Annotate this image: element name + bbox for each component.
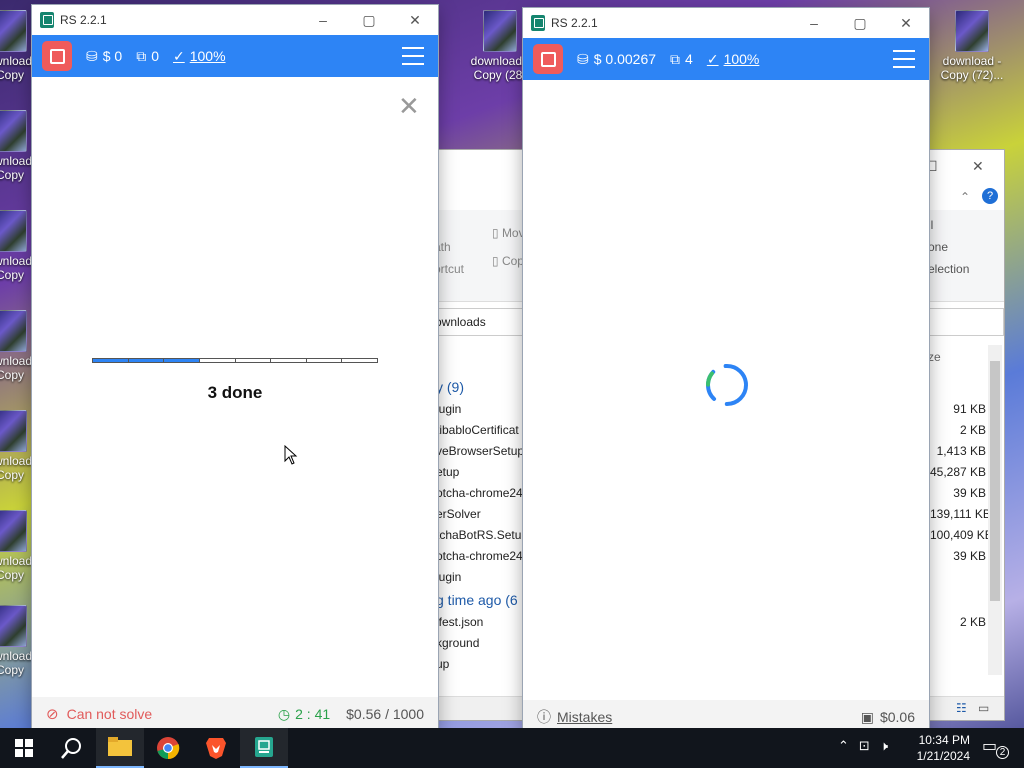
info-icon: ⓘ: [537, 709, 551, 725]
status-footer: ⊘ Can not solve ◷ 2 : 41 $0.56 / 1000: [32, 697, 438, 731]
taskbar-brave[interactable]: [192, 728, 240, 768]
chevron-up-icon[interactable]: ⌃: [960, 190, 970, 204]
clock-icon: ◷: [277, 705, 291, 722]
maximize-button[interactable]: ▢: [346, 5, 392, 35]
windows-icon: [15, 739, 33, 757]
close-icon[interactable]: ✕: [972, 158, 984, 175]
wallet-icon: ▣: [860, 708, 874, 725]
title-bar: RS 2.2.1 – ▢ ✕: [32, 5, 438, 35]
rs-app-icon: [255, 737, 273, 757]
notification-badge: 2: [996, 746, 1009, 759]
volume-muted-icon[interactable]: 🕨: [880, 738, 888, 754]
help-icon[interactable]: ?: [982, 188, 998, 204]
stop-button[interactable]: [42, 41, 72, 71]
minimize-button[interactable]: –: [791, 8, 837, 38]
progress-segment-done: [164, 359, 200, 362]
menu-icon[interactable]: [893, 50, 915, 68]
scrollbar-thumb[interactable]: [990, 361, 1000, 601]
app-icon: [531, 15, 545, 31]
check-circle-icon: ✓: [706, 50, 719, 67]
image-file-icon: [0, 310, 27, 352]
start-button[interactable]: [0, 728, 48, 768]
ribbon-item[interactable]: ortcut: [434, 262, 464, 276]
balance: ⛁ $ 0: [86, 47, 123, 65]
scrollbar[interactable]: [988, 345, 1002, 675]
toolbar: ⛁ $ 0 ⧉ 0 ✓ 100%: [32, 35, 438, 77]
coins-icon: ⛁: [86, 47, 98, 64]
accuracy-link[interactable]: ✓ 100%: [173, 48, 226, 65]
search-icon: [61, 738, 81, 759]
rs-window-right: RS 2.2.1 – ▢ ✕ ⛁ $ 0.00267 ⧉ 4 ✓ 100% ⓘ Mis…: [523, 8, 929, 734]
minimize-button[interactable]: –: [300, 5, 346, 35]
clock[interactable]: 10:34 PM 1/21/2024: [917, 732, 970, 764]
wallet-balance: ▣ $0.06: [860, 708, 915, 726]
image-file-icon: [0, 10, 27, 52]
image-file-icon: [955, 10, 989, 52]
folder-icon: [108, 737, 132, 756]
app-icon: [40, 12, 54, 28]
progress-bar: [92, 358, 378, 363]
maximize-button[interactable]: ▢: [837, 8, 883, 38]
timer: ◷ 2 : 41: [277, 705, 331, 723]
close-panel-icon[interactable]: ✕: [398, 93, 420, 119]
image-file-icon: [0, 410, 27, 452]
progress-segment: [199, 359, 236, 362]
taskbar-file-explorer[interactable]: [96, 728, 144, 768]
cost-rate: $0.56 / 1000: [346, 706, 424, 722]
window-title: RS 2.2.1: [60, 13, 107, 27]
toolbar: ⛁ $ 0.00267 ⧉ 4 ✓ 100%: [523, 38, 929, 80]
title-bar: RS 2.2.1 – ▢ ✕: [523, 8, 929, 38]
search-button[interactable]: [48, 728, 96, 768]
progress-segment-done: [93, 359, 129, 362]
image-icon: ⧉: [136, 47, 147, 64]
close-button[interactable]: ✕: [392, 5, 438, 35]
ban-icon: ⊘: [46, 706, 59, 723]
taskbar-rs-app[interactable]: [240, 728, 288, 768]
stop-button[interactable]: [533, 44, 563, 74]
progress-segment-done: [128, 359, 165, 362]
details-view-icon[interactable]: ☷: [956, 701, 967, 715]
image-file-icon: [0, 210, 27, 252]
ribbon-item[interactable]: one: [928, 240, 948, 254]
balance: ⛁ $ 0.00267: [577, 50, 657, 68]
image-icon: ⧉: [670, 50, 681, 67]
close-button[interactable]: ✕: [883, 8, 929, 38]
solved-count: ⧉ 4: [670, 50, 693, 68]
chevron-up-icon[interactable]: ⌃: [838, 738, 849, 754]
solved-count: ⧉ 0: [136, 47, 159, 65]
desktop-icon[interactable]: download - Copy (72)...: [940, 10, 1004, 82]
image-file-icon: [0, 510, 27, 552]
accuracy-link[interactable]: ✓ 100%: [707, 51, 760, 68]
progress-label: 3 done: [207, 383, 263, 402]
image-file-icon: [0, 605, 27, 647]
network-icon[interactable]: ⊡: [859, 738, 870, 754]
column-header-size[interactable]: ze: [928, 350, 941, 364]
progress-segment: [306, 359, 343, 362]
cannot-solve[interactable]: ⊘ Can not solve: [46, 705, 152, 723]
rs-window-left: RS 2.2.1 – ▢ ✕ ⛁ $ 0 ⧉ 0 ✓ 100% ✕ 3 done ⊘ …: [32, 5, 438, 731]
image-file-icon: [483, 10, 517, 52]
progress-segment: [235, 359, 272, 362]
progress-segment: [342, 359, 377, 362]
chrome-icon: [157, 737, 180, 760]
brave-icon: [206, 738, 226, 759]
image-file-icon: [0, 110, 27, 152]
system-tray: ⌃ ⊡ 🕨: [838, 738, 888, 754]
menu-icon[interactable]: [402, 47, 424, 65]
notification-icon: ▭: [982, 738, 998, 755]
tiles-view-icon[interactable]: ▭: [978, 701, 989, 715]
coins-icon: ⛁: [577, 50, 589, 67]
taskbar: ⌃ ⊡ 🕨 10:34 PM 1/21/2024 ▭ 2: [0, 728, 1024, 768]
mouse-cursor-icon: [284, 444, 298, 468]
progress-segment: [271, 359, 307, 362]
mistakes-link[interactable]: ⓘ Mistakes: [537, 707, 612, 727]
taskbar-chrome[interactable]: [144, 728, 192, 768]
loading-spinner-icon: [706, 364, 748, 406]
window-title: RS 2.2.1: [551, 16, 598, 30]
notification-center-button[interactable]: ▭ 2: [982, 736, 1012, 760]
check-circle-icon: ✓: [173, 47, 185, 64]
ribbon-item[interactable]: election: [928, 262, 969, 276]
